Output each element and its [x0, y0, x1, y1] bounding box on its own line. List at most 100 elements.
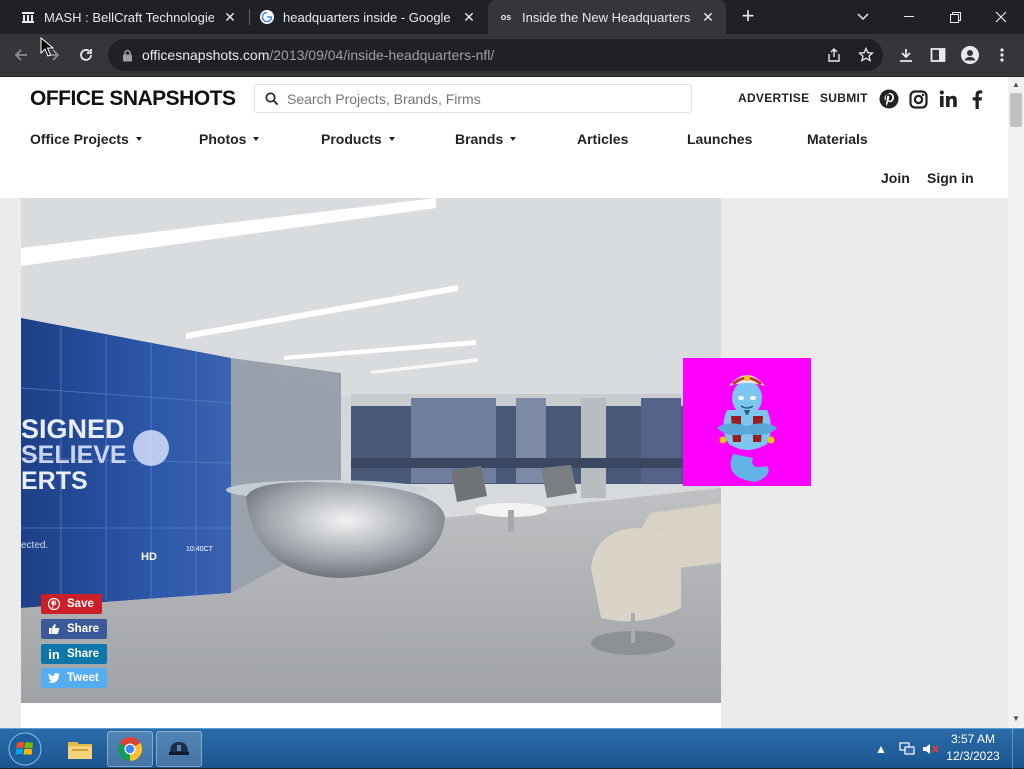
- scrollbar-thumb[interactable]: [1010, 93, 1022, 127]
- share-button-label: Share: [67, 623, 99, 635]
- grid-favicon-icon: [20, 9, 36, 25]
- new-tab-button[interactable]: +: [736, 5, 760, 29]
- nav-label: Articles: [577, 131, 629, 147]
- screen-text-line: SELIEVE: [21, 441, 127, 469]
- nav-launches[interactable]: Launches: [687, 131, 752, 147]
- facebook-share-button[interactable]: Share: [41, 619, 107, 639]
- page-scrollbar[interactable]: ▲ ▼: [1008, 77, 1024, 728]
- app-helmet-icon: [169, 742, 189, 755]
- show-desktop-button[interactable]: [1012, 729, 1024, 769]
- web-page: OFFICE SNAPSHOTS ADVERTISE SUBMIT Office…: [0, 77, 1008, 728]
- share-button-label: Save: [67, 598, 94, 610]
- star-icon: [858, 47, 874, 62]
- join-link[interactable]: Join: [881, 170, 910, 186]
- nav-photos[interactable]: Photos: [199, 131, 260, 147]
- lock-icon[interactable]: [120, 48, 134, 62]
- headquarters-lobby-photo[interactable]: SIGNED SELIEVE ERTS ected. HD 10:40CT: [21, 198, 721, 703]
- thumbs-up-icon: [47, 622, 61, 636]
- screen-text-line: SIGNED: [21, 414, 125, 444]
- submit-link[interactable]: SUBMIT: [820, 91, 868, 105]
- restore-window-button[interactable]: [932, 0, 978, 34]
- search-icon: [265, 91, 279, 105]
- minimize-window-button[interactable]: [886, 0, 932, 34]
- reload-button[interactable]: [73, 42, 99, 68]
- genie-mascot-image[interactable]: [683, 358, 811, 486]
- browser-menu-button[interactable]: [989, 42, 1015, 68]
- bookmark-button[interactable]: [853, 42, 879, 68]
- close-window-button[interactable]: [978, 0, 1024, 34]
- tab-search-chevron-icon[interactable]: [840, 0, 886, 34]
- chrome-icon: [117, 737, 143, 761]
- profile-avatar-icon: [961, 46, 979, 64]
- tab-title: headquarters inside - Google Se: [283, 9, 453, 25]
- facebook-icon[interactable]: [967, 89, 987, 109]
- twitter-tweet-button[interactable]: Tweet: [41, 668, 107, 688]
- nav-brands[interactable]: Brands: [455, 131, 517, 147]
- nav-label: Products: [321, 131, 382, 147]
- caret-down-icon: [253, 137, 260, 141]
- side-panel-icon: [930, 48, 946, 62]
- tab-title: Inside the New Headquarters of: [522, 9, 692, 25]
- screen-time: 10:40CT: [186, 546, 214, 553]
- share-icon: [828, 48, 840, 62]
- os-favicon-icon: os: [500, 12, 512, 22]
- site-logo[interactable]: OFFICE SNAPSHOTS: [30, 87, 236, 111]
- pinterest-icon[interactable]: [879, 89, 899, 109]
- clock-time: 3:57 AM: [950, 732, 996, 746]
- google-icon: [259, 9, 275, 25]
- back-arrow-icon: [14, 49, 27, 61]
- advertise-link[interactable]: ADVERTISE: [738, 91, 809, 105]
- taskbar-file-explorer[interactable]: [57, 731, 103, 767]
- url-text: officesnapshots.com/2013/09/04/inside-he…: [142, 47, 495, 63]
- mouse-pointer-icon: [40, 37, 54, 57]
- scroll-down-arrow-icon[interactable]: ▼: [1011, 714, 1021, 724]
- close-tab-icon[interactable]: ✕: [700, 9, 716, 25]
- close-tab-icon[interactable]: ✕: [461, 9, 477, 25]
- system-clock[interactable]: 3:57 AM 12/3/2023: [942, 731, 1004, 765]
- tab-office-snapshots[interactable]: os Inside the New Headquarters of ✕: [488, 0, 726, 34]
- scroll-up-arrow-icon[interactable]: ▲: [1011, 80, 1021, 90]
- pinterest-save-button[interactable]: Save: [41, 594, 102, 614]
- reload-icon: [80, 49, 92, 61]
- nav-label: Office Projects: [30, 131, 129, 147]
- caret-down-icon: [135, 137, 142, 141]
- close-tab-icon[interactable]: ✕: [222, 9, 238, 25]
- show-hidden-icons-button[interactable]: ▲: [873, 729, 889, 769]
- search-input[interactable]: [287, 90, 667, 107]
- download-icon: [900, 49, 912, 62]
- nav-office-projects[interactable]: Office Projects: [30, 131, 142, 147]
- share-page-button[interactable]: [821, 42, 847, 68]
- network-icon[interactable]: [897, 729, 917, 769]
- browser-toolbar: officesnapshots.com/2013/09/04/inside-he…: [0, 34, 1024, 76]
- side-panel-button[interactable]: [925, 42, 951, 68]
- nav-materials[interactable]: Materials: [807, 131, 868, 147]
- profile-button[interactable]: [957, 42, 983, 68]
- sign-in-link[interactable]: Sign in: [927, 170, 974, 186]
- linkedin-icon[interactable]: [938, 89, 958, 109]
- address-bar[interactable]: officesnapshots.com/2013/09/04/inside-he…: [108, 39, 883, 71]
- nav-label: Materials: [807, 131, 868, 147]
- taskbar-app-helmet[interactable]: [156, 731, 202, 767]
- nav-label: Brands: [455, 131, 504, 147]
- windows-start-orb-icon: [8, 732, 42, 766]
- tab-google-search[interactable]: headquarters inside - Google Se ✕: [249, 0, 487, 34]
- taskbar-chrome[interactable]: [107, 731, 153, 767]
- clock-date: 12/3/2023: [946, 749, 1000, 763]
- back-button[interactable]: [8, 42, 34, 68]
- downloads-button[interactable]: [893, 42, 919, 68]
- tab-title: MASH : BellCraft Technologies : Ir: [44, 9, 214, 25]
- nav-articles[interactable]: Articles: [577, 131, 628, 147]
- start-button[interactable]: [4, 730, 46, 768]
- instagram-icon[interactable]: [908, 89, 928, 109]
- windows-taskbar: ▲ 3:57 AM 12/3/2023: [0, 728, 1024, 769]
- site-search-box[interactable]: [254, 84, 692, 113]
- caret-down-icon: [510, 137, 517, 141]
- volume-muted-icon[interactable]: [921, 729, 941, 769]
- share-button-label: Tweet: [67, 672, 99, 684]
- kebab-menu-icon: [1000, 48, 1004, 62]
- screen-small-text: ected.: [21, 540, 48, 551]
- nav-label: Photos: [199, 131, 247, 147]
- linkedin-share-button[interactable]: in Share: [41, 644, 107, 664]
- nav-products[interactable]: Products: [321, 131, 395, 147]
- tab-mash[interactable]: MASH : BellCraft Technologies : Ir ✕: [10, 0, 248, 34]
